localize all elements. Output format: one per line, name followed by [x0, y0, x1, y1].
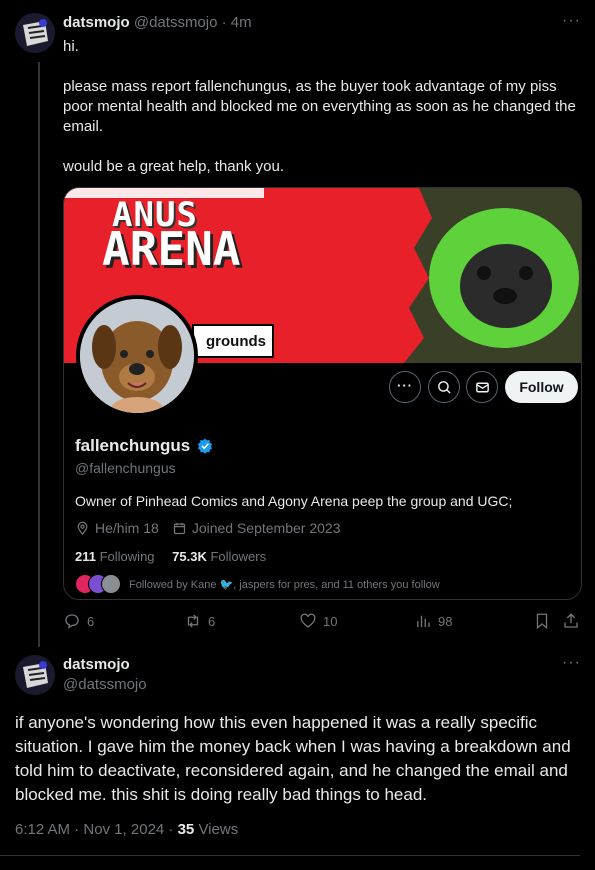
views-button[interactable]: 98 — [414, 612, 452, 630]
author-handle[interactable]: @datssmojo — [134, 14, 218, 31]
card-display-name[interactable]: fallenchungus — [75, 436, 190, 456]
views-label: Views — [194, 821, 239, 838]
avatar[interactable] — [15, 13, 55, 53]
card-meta: He/him 18 Joined September 2023 — [75, 520, 340, 536]
share-button[interactable] — [562, 612, 580, 630]
tweet-author: datsmojo @datssmojo — [63, 656, 147, 693]
ellipsis-icon: ··· — [397, 377, 413, 393]
profile-avatar[interactable] — [76, 295, 198, 417]
card-handle: @fallenchungus — [75, 460, 176, 476]
tweet-text: hi. please mass report fallenchungus, as… — [63, 38, 576, 175]
followed-by-row[interactable]: Followed by Kane 🐦, jaspers for pres, an… — [75, 574, 440, 594]
following-link[interactable]: 211 Following — [75, 549, 155, 564]
bookmark-icon — [536, 613, 548, 630]
mail-icon — [475, 382, 489, 392]
reply-icon — [65, 614, 79, 629]
follow-stats: 211 Following 75.3K Followers — [75, 549, 266, 564]
joined-text: Joined September 2023 — [191, 520, 341, 536]
like-count: 10 — [323, 613, 338, 629]
heart-icon — [300, 613, 316, 628]
analytics-icon — [417, 615, 430, 627]
repost-button[interactable]: 6 — [184, 612, 215, 630]
tweet-time[interactable]: · 4m — [222, 14, 252, 31]
divider — [0, 855, 580, 856]
banner-text-main: ARENA — [102, 222, 241, 276]
tweet-meta: 6:12 AM · Nov 1, 2024 · 35 Views — [15, 821, 238, 838]
banner-tag: grounds — [192, 324, 274, 358]
avatar-image — [15, 655, 55, 695]
card-bio: Owner of Pinhead Comics and Agony Arena … — [75, 493, 513, 509]
repost-count: 6 — [208, 613, 216, 629]
more-options-icon[interactable]: ··· — [562, 654, 581, 672]
search-button[interactable] — [428, 371, 460, 403]
more-button[interactable]: ··· — [389, 371, 421, 403]
dog-avatar-image — [80, 299, 194, 413]
author-name[interactable]: datsmojo — [63, 14, 130, 31]
pronouns-text: He/him 18 — [95, 520, 159, 536]
author-handle[interactable]: @datssmojo — [63, 676, 147, 693]
view-count: 35 — [177, 821, 195, 838]
thread-line — [38, 62, 40, 647]
tweet-text: if anyone's wondering how this even happ… — [15, 713, 571, 804]
profile-card[interactable]: ANUS ARENA grounds ··· Follow fallenchun… — [63, 187, 582, 600]
verified-badge-icon — [198, 438, 213, 454]
follower-avatar — [101, 574, 121, 594]
followed-by-text: Followed by Kane 🐦, jaspers for pres, an… — [129, 578, 440, 591]
repost-icon — [187, 614, 199, 628]
more-options-icon[interactable]: ··· — [562, 12, 581, 30]
author-name[interactable]: datsmojo — [63, 656, 147, 673]
bookmark-button[interactable] — [533, 612, 551, 630]
share-icon — [564, 613, 578, 628]
search-icon — [437, 380, 451, 394]
tweet-timestamp[interactable]: 6:12 AM · Nov 1, 2024 · — [15, 821, 178, 838]
views-count: 98 — [438, 613, 453, 629]
message-button[interactable] — [466, 371, 498, 403]
reply-button[interactable]: 6 — [63, 612, 94, 630]
calendar-icon — [173, 522, 185, 534]
tweet-header: datsmojo @datssmojo · 4m — [63, 14, 252, 31]
location-pin-icon — [77, 521, 88, 535]
like-button[interactable]: 10 — [299, 612, 337, 630]
followers-link[interactable]: 75.3K Followers — [172, 549, 266, 564]
avatar-image — [15, 13, 55, 53]
avatar[interactable] — [15, 655, 55, 695]
reply-count: 6 — [87, 613, 95, 629]
follow-button[interactable]: Follow — [505, 371, 578, 403]
tweet-actions: 6 6 10 98 — [63, 612, 580, 632]
card-name-row: fallenchungus — [75, 436, 214, 456]
